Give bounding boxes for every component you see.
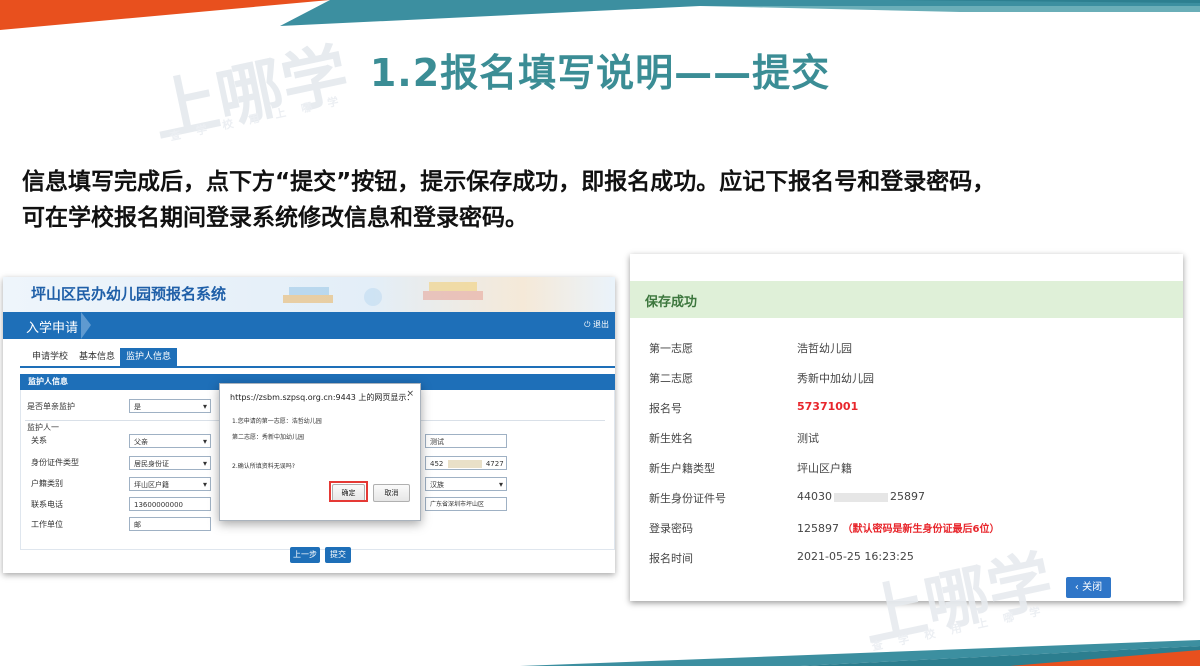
- child-id-start: 44030: [797, 490, 832, 503]
- main-nav-bar: 入学申请 ⏻ 退出: [3, 312, 615, 339]
- instruction-line-1: 信息填写完成后，点下方“提交”按钮，提示保存成功，即报名成功。应记下报名号和登录…: [22, 169, 996, 195]
- household-type-value: 坪山区户籍: [134, 481, 169, 489]
- household-type-label: 新生户籍类型: [649, 462, 715, 475]
- default-password-note: （默认密码是新生身份证最后6位）: [842, 524, 1000, 535]
- id-number-redaction: [447, 460, 482, 468]
- household-type-value: 坪山区户籍: [797, 462, 852, 475]
- bottom-stripe-decoration: [520, 640, 1200, 666]
- relation-label: 关系: [31, 436, 47, 445]
- tab-guardian-info[interactable]: 监护人信息: [120, 348, 178, 366]
- first-choice-label: 第一志愿: [649, 342, 693, 355]
- relation-value: 父亲: [134, 438, 148, 446]
- registration-time-label: 报名时间: [649, 552, 693, 565]
- first-choice-value: 浩哲幼儿园: [797, 342, 852, 355]
- system-title: 坪山区民办幼儿园预报名系统: [31, 285, 227, 303]
- child-id-label: 新生身份证件号: [649, 492, 726, 505]
- dialog-first-choice: 1.您申请的第一志愿：浩哲幼儿园: [232, 418, 322, 425]
- ethnicity-select[interactable]: 汉族: [425, 477, 507, 492]
- save-success-screenshot: 保存成功 第一志愿 浩哲幼儿园 第二志愿 秀新中加幼儿园 报名号 5737100…: [630, 254, 1183, 601]
- registration-number-label: 报名号: [649, 402, 682, 415]
- close-button-label: 关闭: [1082, 582, 1103, 593]
- books-illustration: [283, 282, 483, 306]
- registration-form-screenshot: 坪山区民办幼儿园预报名系统 入学申请 ⏻ 退出 申请学校 基本信息 监护人信息 …: [3, 277, 615, 573]
- tab-underline: [20, 366, 615, 368]
- single-parent-select[interactable]: 是: [129, 399, 211, 414]
- nav-item-apply[interactable]: 入学申请: [26, 317, 78, 336]
- relation-select[interactable]: 父亲: [129, 434, 211, 449]
- employer-label: 工作单位: [31, 520, 63, 529]
- id-type-value: 居民身份证: [134, 460, 169, 468]
- tab-apply-school[interactable]: 申请学校: [26, 348, 74, 366]
- name-input[interactable]: 测试: [425, 434, 507, 448]
- login-password: 125897: [797, 522, 839, 535]
- employer-input[interactable]: 邮: [129, 517, 211, 531]
- single-parent-value: 是: [134, 403, 141, 411]
- top-stripe-decoration: [0, 0, 1200, 30]
- phone-label: 联系电话: [31, 500, 63, 509]
- section-title: 监护人信息: [28, 377, 68, 386]
- instruction-paragraph: 信息填写完成后，点下方“提交”按钮，提示保存成功，即报名成功。应记下报名号和登录…: [22, 164, 1182, 236]
- id-number-end: 4727: [485, 460, 504, 468]
- tab-basic-info[interactable]: 基本信息: [73, 348, 121, 366]
- child-id-end: 25897: [890, 490, 925, 503]
- submit-button[interactable]: 提交: [325, 547, 351, 563]
- logout-label: 退出: [593, 320, 609, 329]
- logout-link[interactable]: ⏻ 退出: [584, 319, 609, 330]
- address-input[interactable]: 广东省深圳市坪山区: [425, 497, 507, 511]
- dialog-confirm-question: 2.确认所填资料无误吗?: [232, 463, 295, 470]
- instruction-line-2: 可在学校报名期间登录系统修改信息和登录密码。: [22, 205, 528, 231]
- second-choice-label: 第二志愿: [649, 372, 693, 385]
- ok-highlight-box: [329, 481, 368, 502]
- close-button[interactable]: ‹ 关闭: [1066, 577, 1111, 598]
- success-banner: 保存成功: [630, 281, 1183, 318]
- slide-title: 1.2报名填写说明——提交: [369, 51, 831, 95]
- household-type-label: 户籍类别: [31, 479, 63, 488]
- id-number-input[interactable]: 452 4727: [425, 456, 507, 470]
- registration-number-value: 57371001: [797, 400, 859, 413]
- second-choice-value: 秀新中加幼儿园: [797, 372, 874, 385]
- login-password-label: 登录密码: [649, 522, 693, 535]
- id-number-start: 452: [430, 460, 444, 468]
- guardian-one-label: 监护人一: [27, 423, 59, 432]
- ethnicity-value: 汉族: [430, 481, 444, 489]
- dialog-cancel-button[interactable]: 取消: [373, 484, 410, 502]
- child-name-label: 新生姓名: [649, 432, 693, 445]
- id-type-select[interactable]: 居民身份证: [129, 456, 211, 471]
- child-id-value: 44030 25897: [797, 490, 925, 503]
- login-password-value: 125897 （默认密码是新生身份证最后6位）: [797, 520, 999, 535]
- household-type-select[interactable]: 坪山区户籍: [129, 477, 211, 492]
- chevron-left-icon: ‹: [1074, 582, 1079, 593]
- system-header: 坪山区民办幼儿园预报名系统: [3, 277, 615, 312]
- nav-arrow-icon: [81, 312, 91, 339]
- phone-input[interactable]: 13600000000: [129, 497, 211, 511]
- confirm-dialog: https://zsbm.szpsq.org.cn:9443 上的网页显示： ×…: [219, 383, 421, 521]
- dialog-second-choice: 第二志愿：秀新中加幼儿园: [232, 434, 305, 441]
- success-message: 保存成功: [645, 295, 698, 310]
- single-parent-label: 是否单亲监护: [27, 402, 75, 411]
- id-type-label: 身份证件类型: [31, 458, 79, 467]
- child-id-redaction: [834, 492, 888, 502]
- dialog-close-icon[interactable]: ×: [406, 389, 414, 399]
- prev-step-button[interactable]: 上一步: [290, 547, 320, 563]
- child-name-value: 测试: [797, 432, 819, 445]
- dialog-title: https://zsbm.szpsq.org.cn:9443 上的网页显示：: [230, 393, 415, 402]
